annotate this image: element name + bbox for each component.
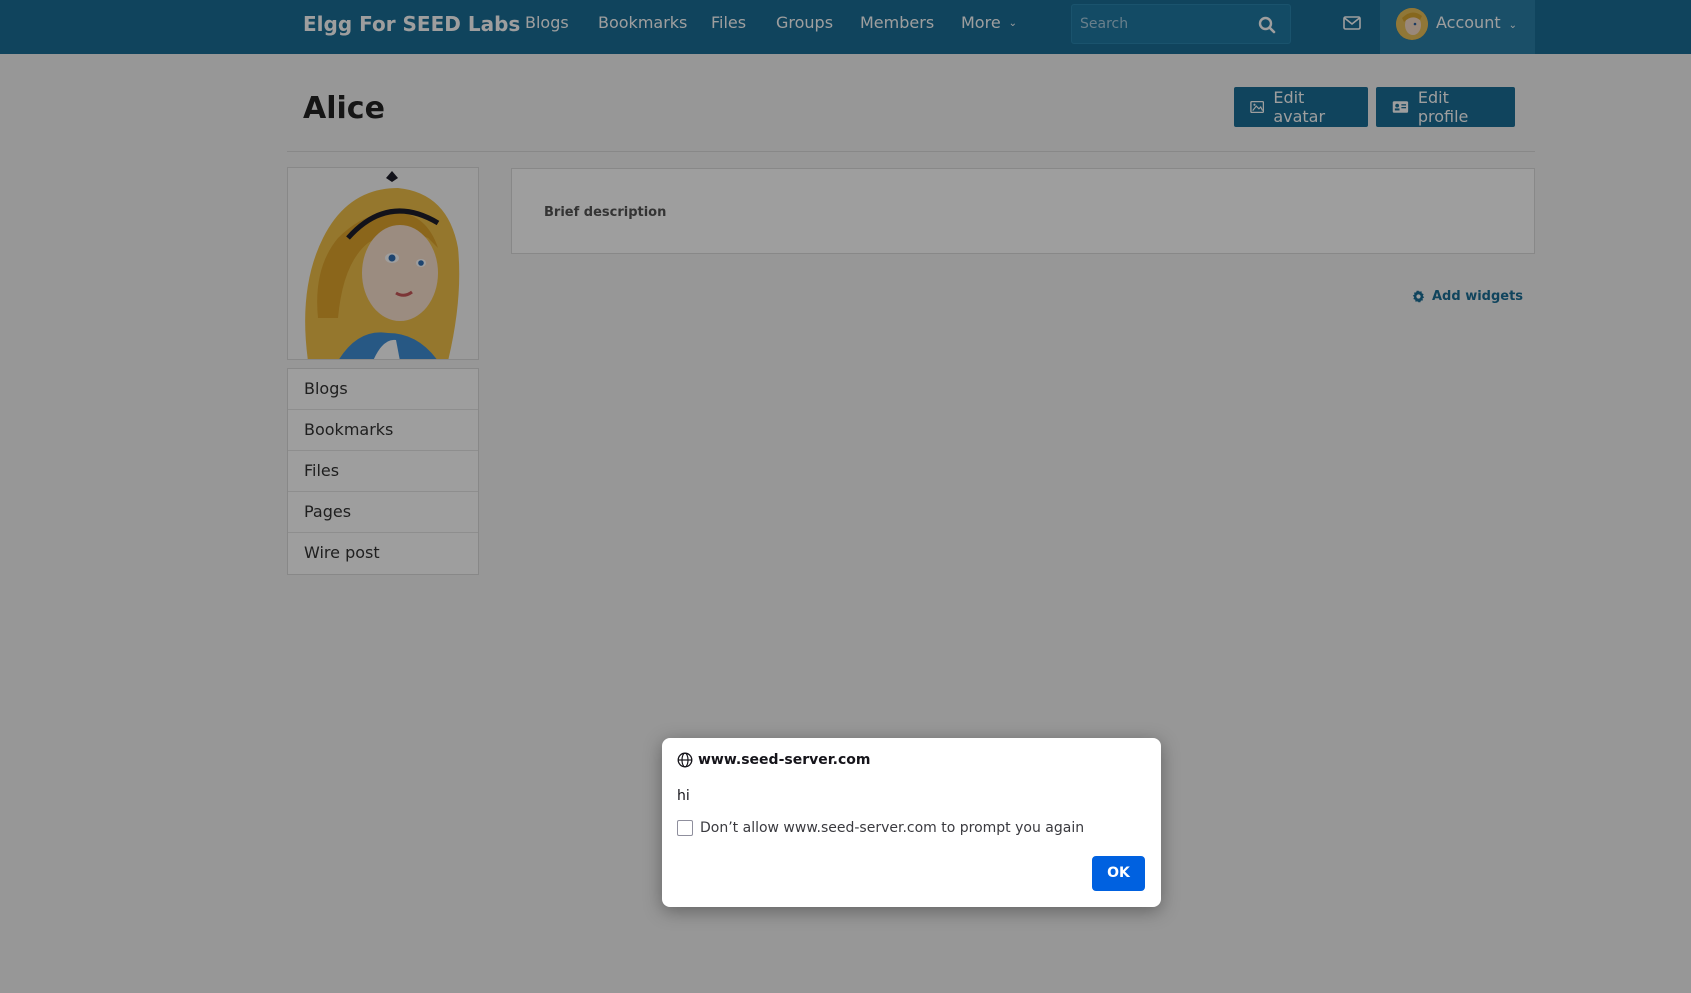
dont-allow-label[interactable]: Don’t allow www.seed-server.com to promp… [700,820,1084,836]
alert-dialog: www.seed-server.com hi Don’t allow www.s… [662,738,1161,907]
dialog-origin-label: www.seed-server.com [698,752,871,768]
globe-icon [677,752,693,768]
ok-button[interactable]: OK [1092,856,1145,891]
dont-allow-checkbox[interactable] [677,820,693,836]
dialog-checkbox-row: Don’t allow www.seed-server.com to promp… [677,820,1084,836]
dialog-origin: www.seed-server.com [677,752,870,768]
dialog-message: hi [677,788,690,804]
